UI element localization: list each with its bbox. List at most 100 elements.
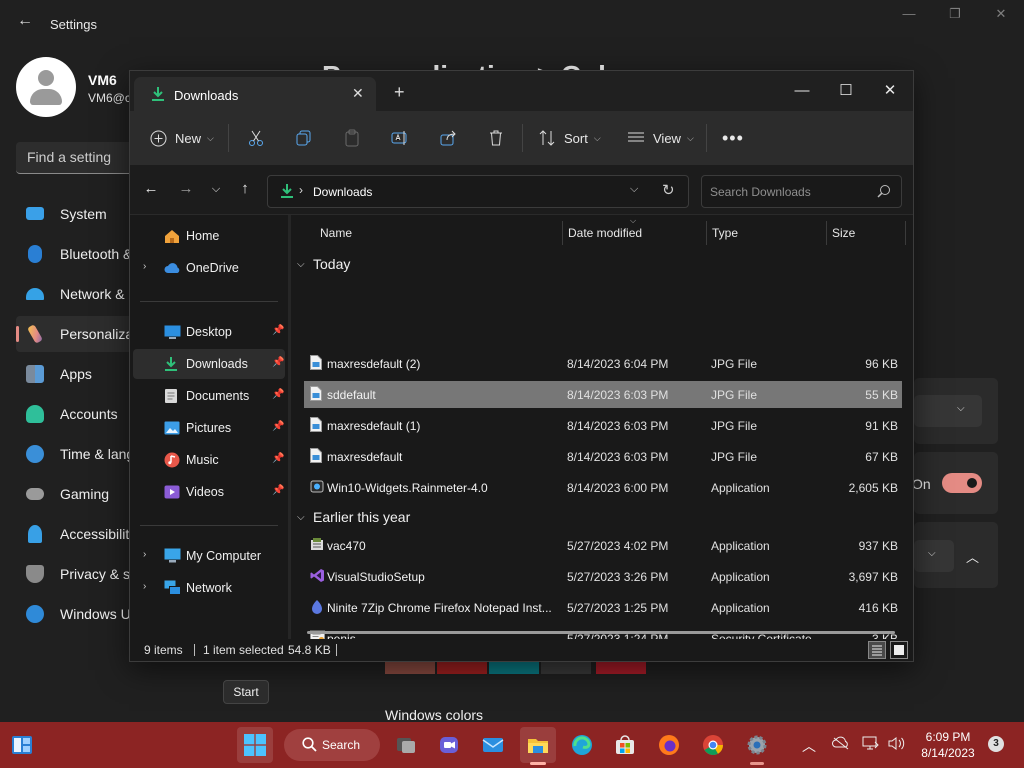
- maximize-icon[interactable]: ☐: [824, 77, 868, 105]
- group-header-today[interactable]: ⌵ Today: [297, 253, 897, 279]
- file-row[interactable]: vac470 5/27/2023 4:02 PM Application 937…: [304, 532, 902, 559]
- file-row[interactable]: sddefault 8/14/2023 6:03 PM JPG File 55 …: [304, 381, 902, 408]
- file-row[interactable]: maxresdefault (1) 8/14/2023 6:03 PM JPG …: [304, 412, 902, 439]
- clock[interactable]: 6:09 PM 8/14/2023: [918, 729, 978, 761]
- teams-chat-button[interactable]: [431, 727, 467, 763]
- minimize-icon[interactable]: —: [780, 77, 824, 105]
- nav-my-computer[interactable]: › My Computer: [133, 541, 285, 571]
- forward-arrow-icon[interactable]: →: [176, 179, 196, 199]
- column-header-type[interactable]: Type: [707, 215, 825, 247]
- show-hidden-icons-chevron-icon[interactable]: ︿: [802, 736, 816, 756]
- new-tab-button[interactable]: +: [394, 83, 405, 101]
- file-explorer-button[interactable]: [520, 727, 556, 763]
- settings-nav-personalization[interactable]: Personaliza: [16, 316, 136, 352]
- edge-button[interactable]: [564, 727, 600, 763]
- file-row[interactable]: Win10-Widgets.Rainmeter-4.0 8/14/2023 6:…: [304, 474, 902, 501]
- copy-button[interactable]: [295, 125, 313, 151]
- nav-home[interactable]: Home: [133, 221, 285, 251]
- address-bar[interactable]: › Downloads ⌵ ↻: [267, 175, 689, 208]
- delete-button[interactable]: [487, 125, 505, 151]
- store-button[interactable]: [607, 727, 643, 763]
- pin-icon[interactable]: 📌: [272, 453, 284, 464]
- expand-chevron-icon[interactable]: ›: [143, 581, 146, 592]
- settings-nav-accessibility[interactable]: Accessibilit: [16, 516, 136, 552]
- mode-dropdown[interactable]: ⌵: [914, 395, 982, 427]
- nav-network[interactable]: › Network: [133, 573, 285, 603]
- settings-nav-system[interactable]: System: [16, 196, 136, 232]
- settings-nav-apps[interactable]: Apps: [16, 356, 136, 392]
- settings-nav-accounts[interactable]: Accounts: [16, 396, 136, 432]
- chrome-button[interactable]: [695, 727, 731, 763]
- back-arrow-icon[interactable]: ←: [141, 179, 161, 199]
- close-icon[interactable]: ✕: [868, 77, 912, 105]
- start-button[interactable]: [237, 727, 273, 763]
- network-tray-icon[interactable]: [862, 736, 880, 754]
- pin-icon[interactable]: 📌: [272, 421, 284, 432]
- nav-onedrive[interactable]: › OneDrive: [133, 253, 285, 283]
- color-swatch[interactable]: [385, 660, 435, 674]
- task-view-button[interactable]: [388, 727, 424, 763]
- firefox-button[interactable]: [651, 727, 687, 763]
- volume-tray-icon[interactable]: [888, 736, 906, 754]
- details-view-icon[interactable]: [868, 641, 886, 659]
- pin-icon[interactable]: 📌: [272, 357, 284, 368]
- large-icons-view-icon[interactable]: [890, 641, 908, 659]
- close-tab-icon[interactable]: ✕: [352, 85, 364, 102]
- share-button[interactable]: [439, 125, 457, 151]
- recent-locations-icon[interactable]: ⌵: [206, 179, 226, 199]
- expand-chevron-icon[interactable]: ›: [143, 549, 146, 560]
- sort-button[interactable]: Sort ⌵: [538, 125, 601, 151]
- group-header-earlier-this-year[interactable]: ⌵ Earlier this year: [297, 506, 897, 532]
- column-header-date[interactable]: Date modified: [563, 215, 705, 247]
- settings-nav-bluetooth[interactable]: Bluetooth &: [16, 236, 136, 272]
- file-row[interactable]: Ninite 7Zip Chrome Firefox Notepad Inst.…: [304, 594, 902, 621]
- settings-nav-time-language[interactable]: Time & lang: [16, 436, 136, 472]
- up-arrow-icon[interactable]: ↑: [235, 179, 255, 199]
- pin-icon[interactable]: 📌: [272, 325, 284, 336]
- settings-nav-windows-update[interactable]: Windows U: [16, 596, 136, 632]
- settings-nav-gaming[interactable]: Gaming: [16, 476, 136, 512]
- back-arrow-icon[interactable]: ←: [14, 12, 36, 34]
- restore-icon[interactable]: ❐: [932, 6, 978, 28]
- nav-desktop[interactable]: Desktop 📌: [133, 317, 285, 347]
- expand-chevron-icon[interactable]: ›: [143, 261, 146, 272]
- cut-button[interactable]: [247, 125, 265, 151]
- avatar[interactable]: [16, 57, 76, 117]
- nav-downloads[interactable]: Downloads 📌: [133, 349, 285, 379]
- column-header-size[interactable]: Size: [827, 215, 905, 247]
- more-options-icon[interactable]: •••: [722, 125, 744, 151]
- settings-button[interactable]: [739, 727, 775, 763]
- nav-documents[interactable]: Documents 📌: [133, 381, 285, 411]
- settings-nav-network[interactable]: Network &: [16, 276, 136, 312]
- horizontal-scrollbar[interactable]: [307, 631, 895, 634]
- widgets-button[interactable]: [4, 727, 40, 763]
- color-swatch[interactable]: [541, 660, 591, 674]
- accent-dropdown[interactable]: ⌵: [914, 540, 954, 572]
- breadcrumb[interactable]: Downloads: [313, 185, 372, 199]
- notification-badge[interactable]: 3: [988, 736, 1004, 752]
- color-swatch[interactable]: [437, 660, 487, 674]
- nav-pictures[interactable]: Pictures 📌: [133, 413, 285, 443]
- taskbar-search-button[interactable]: Search: [284, 729, 380, 761]
- new-button[interactable]: New ⌵: [150, 125, 214, 151]
- accent-toggle[interactable]: [942, 473, 982, 493]
- file-row[interactable]: maxresdefault 8/14/2023 6:03 PM JPG File…: [304, 443, 902, 470]
- file-row[interactable]: VisualStudioSetup 5/27/2023 3:26 PM Appl…: [304, 563, 902, 590]
- column-header-name[interactable]: Name: [291, 215, 561, 247]
- color-swatch[interactable]: [489, 660, 539, 674]
- search-input[interactable]: [702, 176, 872, 207]
- nav-videos[interactable]: Videos 📌: [133, 477, 285, 507]
- chevron-down-icon[interactable]: ⌵: [630, 183, 638, 196]
- refresh-icon[interactable]: ↻: [662, 181, 675, 199]
- close-icon[interactable]: ✕: [978, 6, 1024, 28]
- tab-downloads[interactable]: Downloads ✕: [134, 77, 376, 111]
- search-box[interactable]: [701, 175, 902, 208]
- chevron-up-icon[interactable]: ︿: [966, 547, 979, 566]
- paste-button[interactable]: [343, 125, 361, 151]
- view-button[interactable]: View ⌵: [627, 125, 694, 151]
- minimize-icon[interactable]: —: [886, 6, 932, 28]
- pin-icon[interactable]: 📌: [272, 485, 284, 496]
- color-swatch[interactable]: [596, 660, 646, 674]
- file-row[interactable]: maxresdefault (2) 8/14/2023 6:04 PM JPG …: [304, 350, 902, 377]
- find-setting-input[interactable]: Find a setting: [16, 142, 136, 174]
